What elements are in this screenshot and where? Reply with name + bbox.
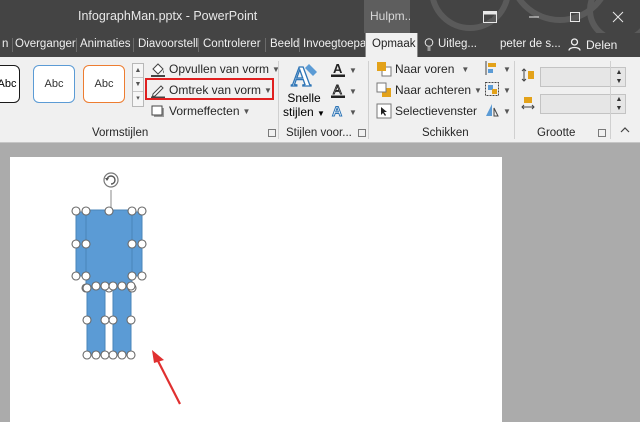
annotation-arrow <box>152 350 181 405</box>
slide-overlay <box>71 172 181 405</box>
rotate-handle-icon[interactable] <box>103 172 119 188</box>
